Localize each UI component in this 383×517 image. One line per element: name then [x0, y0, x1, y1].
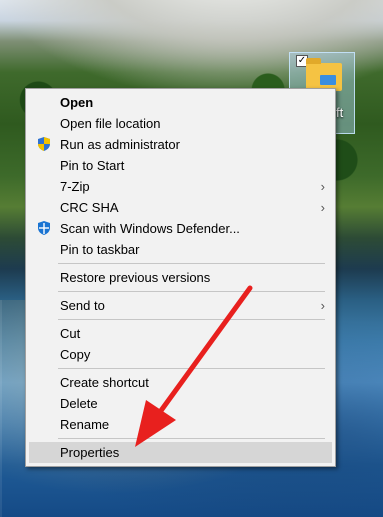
- menu-item-label: CRC SHA: [60, 200, 119, 215]
- menu-item-label: Scan with Windows Defender...: [60, 221, 240, 236]
- menu-item-send-to[interactable]: Send to ›: [26, 295, 335, 316]
- menu-item-open-file-location[interactable]: Open file location: [26, 113, 335, 134]
- menu-item-open[interactable]: Open: [26, 92, 335, 113]
- context-menu: Open Open file location Run as administr…: [25, 88, 336, 467]
- menu-item-label: Open: [60, 95, 94, 110]
- menu-item-pin-to-start[interactable]: Pin to Start: [26, 155, 335, 176]
- menu-item-label: Cut: [60, 326, 81, 341]
- menu-item-delete[interactable]: Delete: [26, 393, 335, 414]
- menu-item-label: Create shortcut: [60, 375, 149, 390]
- menu-item-label: Copy: [60, 347, 91, 362]
- menu-item-scan-windows-defender[interactable]: Scan with Windows Defender...: [26, 218, 335, 239]
- windows-defender-icon: [36, 220, 52, 236]
- menu-item-label: Delete: [60, 396, 98, 411]
- menu-item-restore-previous-versions[interactable]: Restore previous versions: [26, 267, 335, 288]
- menu-item-label: Send to: [60, 298, 105, 313]
- menu-item-label: 7-Zip: [60, 179, 90, 194]
- folder-icon: [306, 58, 342, 91]
- menu-separator: [58, 291, 325, 292]
- menu-item-cut[interactable]: Cut: [26, 323, 335, 344]
- menu-item-label: Restore previous versions: [60, 270, 211, 285]
- desktop-icon-label: ft: [336, 105, 344, 120]
- menu-separator: [58, 368, 325, 369]
- menu-item-rename[interactable]: Rename: [26, 414, 335, 435]
- menu-item-label: Open file location: [60, 116, 161, 131]
- folder-badge: [320, 75, 336, 85]
- menu-item-copy[interactable]: Copy: [26, 344, 335, 365]
- menu-item-label: Rename: [60, 417, 110, 432]
- menu-item-pin-to-taskbar[interactable]: Pin to taskbar: [26, 239, 335, 260]
- menu-item-label: Pin to Start: [60, 158, 125, 173]
- menu-separator: [58, 263, 325, 264]
- uac-shield-icon: [36, 136, 52, 152]
- menu-item-label: Pin to taskbar: [60, 242, 140, 257]
- chevron-right-icon: ›: [320, 298, 325, 313]
- chevron-right-icon: ›: [320, 179, 325, 194]
- menu-item-properties[interactable]: Properties: [29, 442, 332, 463]
- menu-item-label: Properties: [60, 445, 120, 460]
- menu-item-create-shortcut[interactable]: Create shortcut: [26, 372, 335, 393]
- menu-item-label: Run as administrator: [60, 137, 180, 152]
- menu-item-run-as-administrator[interactable]: Run as administrator: [26, 134, 335, 155]
- menu-separator: [58, 319, 325, 320]
- menu-item-crc-sha[interactable]: CRC SHA ›: [26, 197, 335, 218]
- menu-separator: [58, 438, 325, 439]
- chevron-right-icon: ›: [320, 200, 325, 215]
- menu-item-7zip[interactable]: 7-Zip ›: [26, 176, 335, 197]
